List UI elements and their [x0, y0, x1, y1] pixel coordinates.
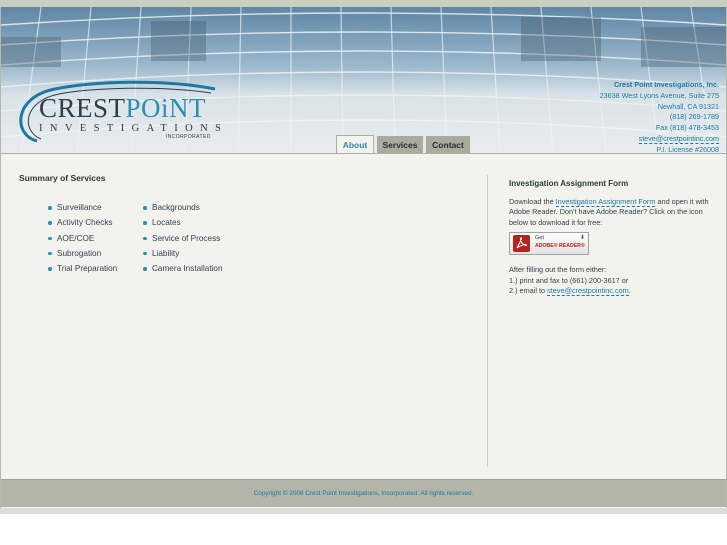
list-item: Service of Process — [143, 231, 223, 246]
services-list-1: Surveillance Activity Checks AOE/COE Sub… — [48, 200, 117, 276]
crestpoint-logo[interactable]: CRESTPOiNT INVESTIGATIONS INCORPORATED — [15, 79, 225, 143]
copyright-text: Copyright © 2008 Crest Point Investigati… — [253, 490, 474, 497]
option-email: 2.) email to steve@crestpointinc.com. — [509, 286, 715, 297]
column-divider — [487, 175, 488, 467]
contact-block: Crest Point Investigations, Inc. 23638 W… — [600, 80, 719, 153]
bullet-icon — [48, 206, 52, 210]
service-label: Surveillance — [57, 203, 102, 212]
adobe-reader-text: ADOBE® READER® — [535, 243, 585, 249]
after-filling-text: After filling out the form either: — [509, 265, 607, 274]
logo-wordmark: CRESTPOiNT — [39, 93, 206, 124]
option-email-text: 2.) email to — [509, 286, 548, 295]
bullet-icon — [143, 206, 147, 210]
form-instructions: Download the Investigation Assignment Fo… — [509, 196, 715, 229]
form-title: Investigation Assignment Form — [509, 179, 629, 188]
services-summary: Summary of Services Surveillance Activit… — [19, 173, 459, 273]
service-label: Liability — [152, 248, 180, 258]
list-item: Surveillance — [48, 200, 117, 215]
list-item: Activity Checks — [48, 215, 117, 230]
email-link[interactable]: steve@crestpointinc.com — [547, 286, 629, 296]
company-email-link[interactable]: steve@crestpointinc.com — [638, 133, 719, 144]
list-item: Camera Installation — [143, 261, 223, 276]
list-item: AOE/COE — [48, 231, 117, 246]
bullet-icon — [48, 221, 52, 225]
header-banner: CRESTPOiNT INVESTIGATIONS INCORPORATED C… — [1, 7, 726, 153]
list-item: Liability — [143, 246, 223, 261]
summary-title: Summary of Services — [19, 173, 106, 183]
header-divider — [1, 153, 726, 154]
service-label: Backgrounds — [152, 203, 200, 212]
option-fax-text: 1.) print and fax to (661) 200-3617 or — [509, 275, 629, 285]
bullet-icon — [48, 236, 52, 241]
company-name: Crest Point Investigations, Inc. — [613, 80, 719, 89]
company-address: 23638 West Lyons Avenue, Suite 275 — [599, 90, 719, 100]
tab-services[interactable]: Services — [377, 136, 423, 153]
pdf-logo-icon — [516, 237, 528, 249]
bullet-icon — [143, 267, 147, 271]
logo-point-text: POiNT — [125, 93, 207, 123]
bullet-icon — [48, 251, 52, 256]
download-arrow-icon: ⬇ — [579, 235, 585, 241]
service-label: Service of Process — [152, 233, 221, 243]
service-label: Camera Installation — [152, 264, 223, 274]
service-label: AOE/COE — [57, 233, 95, 243]
company-license: P.I. License #26008 — [656, 144, 719, 153]
bullet-icon — [143, 221, 147, 225]
get-adobe-reader-button[interactable]: Get ADOBE® READER® ⬇ — [509, 232, 589, 255]
logo-investigations-text: INVESTIGATIONS — [39, 123, 229, 134]
company-fax: Fax (818) 478-3453 — [655, 123, 719, 133]
service-label: Locates — [152, 218, 181, 228]
bullet-icon — [143, 236, 147, 241]
company-city: Newhall, CA 91321 — [657, 101, 719, 111]
tab-about[interactable]: About — [336, 135, 374, 153]
list-item: Locates — [143, 215, 223, 230]
list-item: Trial Preparation — [48, 261, 117, 276]
assignment-form-link[interactable]: Investigation Assignment Form — [555, 196, 656, 207]
service-label: Subrogation — [57, 248, 102, 258]
logo-crest-text: CREST — [39, 93, 126, 123]
form-text: Download the — [509, 196, 556, 206]
assignment-form-panel: Investigation Assignment Form Download t… — [509, 179, 715, 297]
service-label: Activity Checks — [57, 218, 113, 228]
bottom-strip — [0, 508, 727, 514]
top-strip — [0, 0, 727, 7]
footer: Copyright © 2008 Crest Point Investigati… — [1, 479, 726, 507]
bullet-icon — [48, 267, 52, 271]
services-list-2: Backgrounds Locates Service of Process L… — [143, 200, 223, 276]
page-frame: CRESTPOiNT INVESTIGATIONS INCORPORATED C… — [0, 7, 727, 508]
bullet-icon — [143, 251, 147, 256]
company-phone: (818) 269-1789 — [669, 112, 719, 122]
list-item: Backgrounds — [143, 200, 223, 215]
logo-incorporated-text: INCORPORATED — [166, 134, 211, 140]
service-label: Trial Preparation — [57, 264, 118, 274]
list-item: Subrogation — [48, 246, 117, 261]
tab-contact[interactable]: Contact — [426, 136, 470, 153]
adobe-pdf-icon — [513, 235, 530, 252]
adobe-get-text: Get — [535, 235, 544, 241]
option-email-end: . — [628, 286, 631, 295]
